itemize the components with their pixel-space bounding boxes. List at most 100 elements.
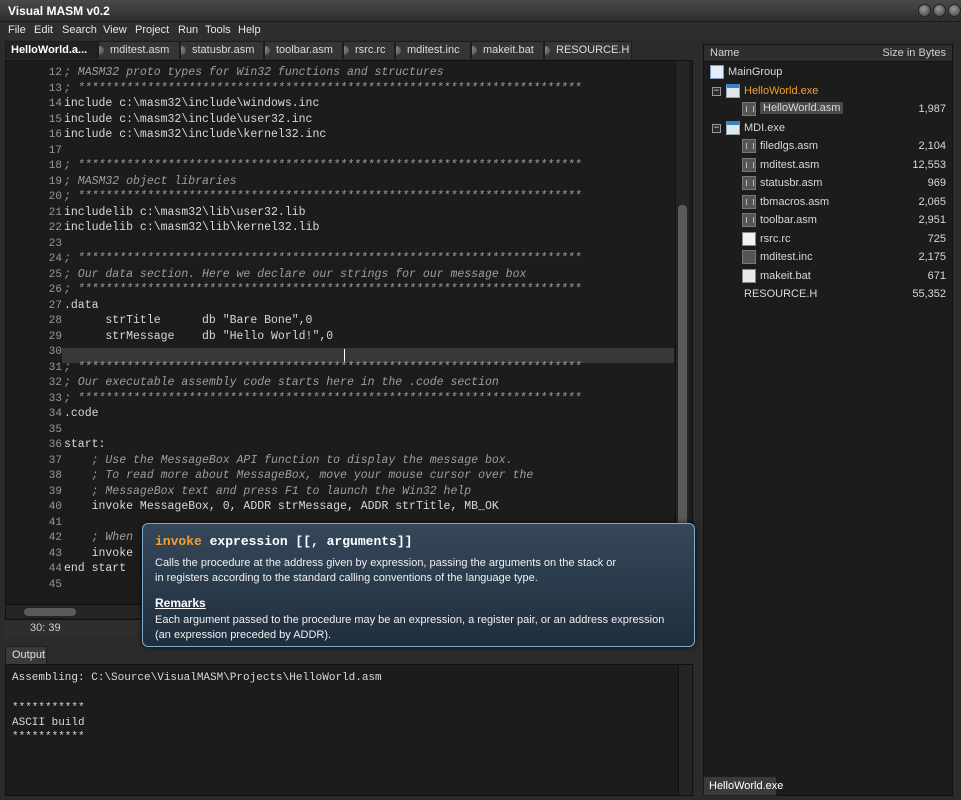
code-line[interactable]: ; **************************************… — [64, 82, 582, 95]
tree-item[interactable]: makeit.bat 671 — [704, 267, 952, 285]
menu-tools[interactable]: Tools — [205, 24, 231, 36]
code-line[interactable]: ; **************************************… — [64, 159, 582, 172]
code-line[interactable]: include c:\masm32\include\windows.inc — [64, 97, 319, 110]
code-line[interactable]: ; Our data section. Here we declare our … — [64, 268, 526, 281]
code-line[interactable]: ; When — [64, 531, 133, 544]
line-number: 35 — [48, 423, 62, 436]
code-line[interactable]: strMessage db "Hello World!",0 — [64, 330, 333, 343]
tab-label: mditest.asm — [110, 44, 170, 56]
code-line[interactable]: ; MessageBox text and press F1 to launch… — [64, 485, 472, 498]
tab-helloworld-asm[interactable]: HelloWorld.a... — [5, 41, 98, 59]
line-number: 32 — [48, 377, 62, 389]
tooltip-description: in registers according to the standard c… — [155, 572, 538, 584]
tree-item[interactable]: tbmacros.asm 2,065 — [704, 193, 952, 211]
window-title: Visual MASM v0.2 — [8, 4, 110, 18]
tooltip-description: Calls the procedure at the address given… — [155, 557, 617, 569]
code-line[interactable]: ; Use the MessageBox API function to dis… — [64, 454, 513, 467]
menu-help[interactable]: Help — [238, 24, 261, 36]
tree-item-label: MDI.exe — [744, 121, 785, 134]
tree-item-label: rsrc.rc — [760, 232, 791, 245]
maximize-button[interactable] — [933, 4, 946, 17]
close-button[interactable] — [948, 4, 961, 17]
menu-search[interactable]: Search — [62, 24, 97, 36]
tab-project[interactable]: HelloWorld.exe — [703, 776, 783, 796]
code-line[interactable]: ; **************************************… — [64, 252, 582, 265]
code-line[interactable]: ; **************************************… — [64, 190, 582, 203]
tree-item-size: 671 — [927, 269, 946, 282]
tab-toolbar-asm[interactable]: toolbar.asm — [264, 41, 343, 59]
line-number: 38 — [48, 470, 62, 482]
tab-output[interactable]: Output — [5, 646, 47, 664]
code-line[interactable]: includelib c:\masm32\lib\kernel32.lib — [64, 221, 319, 234]
tree-item[interactable]: − MDI.exe — [704, 119, 952, 137]
code-line[interactable]: includelib c:\masm32\lib\user32.lib — [64, 206, 306, 219]
column-header-name[interactable]: Name — [710, 47, 739, 59]
tooltip-remarks-text: Each argument passed to the procedure ma… — [155, 614, 665, 626]
tree-item[interactable]: rsrc.rc 725 — [704, 230, 952, 248]
line-number: 42 — [48, 532, 62, 544]
line-number: 44 — [48, 563, 62, 575]
scrollbar-thumb[interactable] — [24, 608, 76, 616]
tree-item-label: MainGroup — [728, 66, 783, 78]
tab-statusbr-asm[interactable]: statusbr.asm — [180, 41, 264, 59]
code-line[interactable]: .code — [64, 407, 99, 420]
tab-rsrc-rc[interactable]: rsrc.rc — [343, 41, 395, 59]
line-number: 20 — [48, 191, 62, 203]
tree-item[interactable]: filedlgs.asm 2,104 — [704, 137, 952, 155]
line-number: 34 — [48, 408, 62, 420]
menu-project[interactable]: Project — [135, 24, 169, 36]
tree-item[interactable]: mditest.inc 2,175 — [704, 248, 952, 266]
tree-item-label: HelloWorld.exe — [744, 84, 819, 97]
code-line[interactable]: start: — [64, 438, 105, 451]
project-explorer[interactable]: Name Size in Bytes MainGroup − HelloWorld.… — [703, 44, 953, 796]
scrollbar-thumb[interactable] — [678, 205, 687, 535]
code-line[interactable]: ; **************************************… — [64, 283, 582, 296]
tree-item[interactable]: RESOURCE.H 55,352 — [704, 285, 952, 303]
tooltip-remarks-text: (an expression preceded by ADDR). — [155, 629, 332, 641]
code-line[interactable]: .data — [64, 299, 99, 312]
tree-item-size: 2,065 — [918, 195, 946, 208]
output-vertical-scrollbar[interactable] — [678, 665, 692, 795]
tree-item-label: RESOURCE.H — [744, 288, 818, 300]
code-line[interactable]: ; MASM32 proto types for Win32 functions… — [64, 66, 444, 79]
tab-mditest-asm[interactable]: mditest.asm — [98, 41, 180, 59]
line-number: 31 — [48, 361, 62, 374]
menu-view[interactable]: View — [103, 24, 127, 36]
column-header-size[interactable]: Size in Bytes — [882, 47, 946, 59]
tab-makeit-bat[interactable]: makeit.bat — [471, 41, 544, 59]
code-line[interactable]: ; **************************************… — [64, 361, 582, 374]
tree-item[interactable]: MainGroup — [704, 63, 952, 81]
code-line[interactable]: include c:\masm32\include\kernel32.inc — [64, 128, 326, 141]
tab-label: mditest.inc — [407, 44, 460, 56]
tree-item[interactable]: − HelloWorld.exe — [704, 82, 952, 100]
line-number: 30 — [48, 346, 62, 358]
collapse-icon[interactable]: − — [712, 86, 721, 96]
line-number: 26 — [48, 284, 62, 296]
code-line[interactable]: ; Our executable assembly code starts he… — [64, 376, 499, 389]
code-line[interactable]: include c:\masm32\include\user32.inc — [64, 113, 312, 126]
collapse-icon[interactable]: − — [712, 123, 721, 133]
tree-item[interactable]: HelloWorld.asm 1,987 — [704, 100, 952, 118]
output-panel[interactable]: Assembling: C:\Source\VisualMASM\Project… — [5, 664, 693, 796]
tab-resource-h[interactable]: RESOURCE.H — [544, 41, 632, 59]
code-line[interactable]: end start — [64, 562, 126, 575]
tab-mditest-inc[interactable]: mditest.inc — [395, 41, 471, 59]
menu-edit[interactable]: Edit — [34, 24, 53, 36]
tree-item[interactable]: statusbr.asm 969 — [704, 174, 952, 192]
code-line[interactable]: ; MASM32 object libraries — [64, 175, 237, 188]
tree-item[interactable]: mditest.asm 12,553 — [704, 156, 952, 174]
code-line[interactable]: ; **************************************… — [64, 392, 582, 405]
code-line[interactable]: ; To read more about MessageBox, move yo… — [64, 469, 534, 482]
tree-item[interactable]: toolbar.asm 2,951 — [704, 211, 952, 229]
code-line[interactable]: invoke — [64, 547, 133, 560]
code-line[interactable]: invoke MessageBox, 0, ADDR strMessage, A… — [64, 500, 499, 513]
tree-item-label: mditest.asm — [760, 158, 820, 171]
tree-item-label: tbmacros.asm — [760, 195, 830, 208]
code-line[interactable]: strTitle db "Bare Bone",0 — [64, 314, 312, 327]
menu-run[interactable]: Run — [178, 24, 198, 36]
tree-item-size: 1,987 — [918, 103, 946, 115]
project-explorer-header: Name Size in Bytes — [704, 45, 952, 62]
minimize-button[interactable] — [918, 4, 931, 17]
rc-file-icon — [742, 231, 756, 246]
menu-file[interactable]: File — [8, 24, 26, 36]
